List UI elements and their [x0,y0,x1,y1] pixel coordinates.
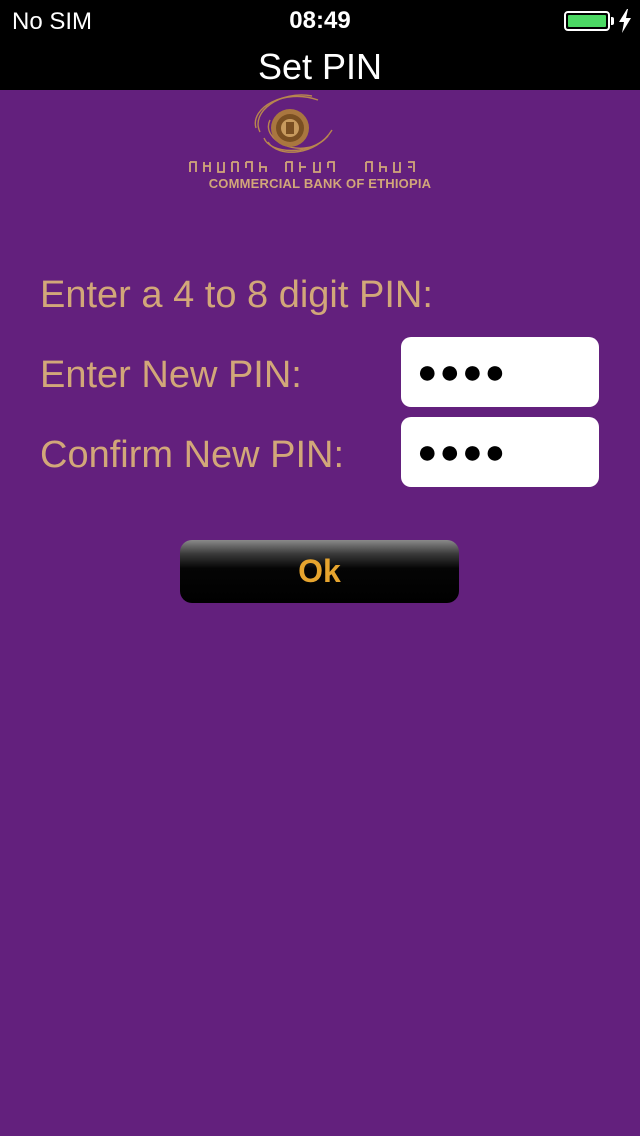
ok-button[interactable]: Ok [180,540,459,603]
navigation-bar: Set PIN [0,40,640,90]
bolt-icon [619,9,631,33]
battery-level-fill [568,15,606,27]
bank-name: COMMERCIAL BANK OF ETHIOPIA [208,176,432,191]
status-bar: No SIM 08:49 [0,0,640,40]
confirm-pin-field[interactable]: ●●●● [401,417,599,487]
status-time: 08:49 [289,7,351,34]
battery-tip [611,17,614,25]
battery-icon [564,11,610,31]
new-pin-label: Enter New PIN: [40,354,302,396]
bank-emblem-icon [254,94,333,153]
page-title: Set PIN [257,46,383,87]
new-pin-field[interactable]: ●●●● [401,337,599,407]
confirm-pin-label: Confirm New PIN: [40,434,345,476]
pin-instruction: Enter a 4 to 8 digit PIN: [40,274,433,316]
amharic-bank-name [189,161,415,173]
